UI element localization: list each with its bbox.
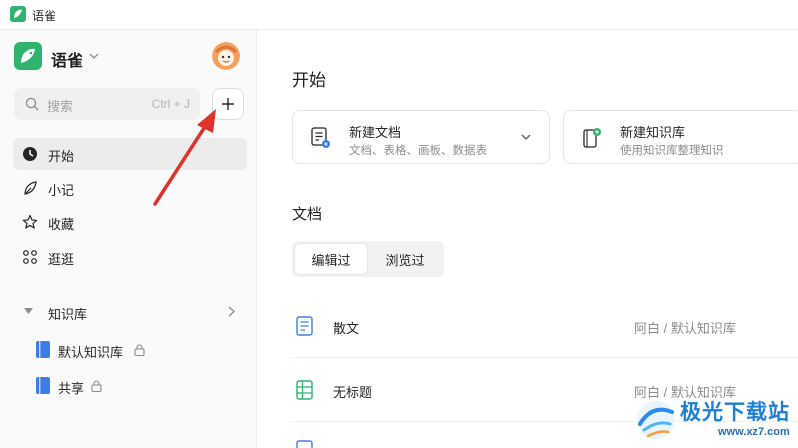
chevron-down-icon[interactable]	[521, 134, 531, 141]
new-doc-icon	[311, 127, 330, 148]
chevron-down-icon[interactable]	[89, 52, 99, 60]
tab-viewed[interactable]: 浏览过	[369, 244, 441, 274]
search-placeholder: 搜索	[47, 99, 74, 114]
page-title: 开始	[292, 71, 326, 90]
nav-item-explore[interactable]: 逛逛	[13, 241, 247, 273]
nav-label: 逛逛	[48, 252, 75, 267]
caret-down-icon[interactable]	[24, 308, 33, 315]
kb-item-default[interactable]: 默认知识库	[34, 335, 244, 365]
card-subtitle: 文档、表格、画板、数据表	[349, 145, 487, 157]
main-content: 开始 新建文档 文档、表格、画板、数据表 新建知识库 使用知识库整理知识 文档 …	[258, 30, 798, 448]
nav-label: 开始	[48, 149, 75, 164]
sidebar: 语雀 搜索 Ctrl + J 开始 小记 收藏 逛逛 知识库 默认知识库 共享	[0, 30, 257, 448]
nav-label: 收藏	[48, 217, 75, 232]
watermark-url: www.xz7.com	[718, 426, 790, 438]
kb-item-name: 默认知识库	[58, 345, 124, 360]
search-icon	[25, 97, 39, 111]
docs-heading: 文档	[292, 206, 323, 223]
app-logo-icon	[14, 42, 42, 70]
new-kb-card[interactable]: 新建知识库 使用知识库整理知识	[563, 110, 798, 164]
window-title: 语雀	[32, 9, 57, 23]
book-icon	[36, 341, 50, 358]
docs-tabs: 编辑过 浏览过	[292, 241, 444, 277]
doc-row[interactable]: 散文 阿白 / 默认知识库	[292, 294, 798, 358]
add-button[interactable]	[212, 88, 244, 120]
yuque-logo-icon	[10, 6, 26, 22]
nav-item-favorites[interactable]: 收藏	[13, 206, 247, 238]
lock-icon	[134, 344, 145, 356]
grid-icon	[23, 250, 37, 264]
feather-icon	[24, 181, 37, 195]
knowledge-base-label: 知识库	[48, 307, 88, 322]
nav-item-start[interactable]: 开始	[13, 138, 247, 170]
nav-item-notes[interactable]: 小记	[13, 172, 247, 204]
sheet-icon	[296, 380, 313, 400]
watermark-logo-icon	[637, 401, 675, 439]
star-icon	[22, 214, 38, 229]
plus-icon	[222, 98, 234, 110]
new-kb-icon	[583, 128, 601, 148]
book-icon	[36, 377, 50, 394]
doc-name: 无标题	[333, 385, 373, 400]
lock-icon	[91, 380, 102, 392]
window-titlebar: 语雀	[0, 0, 798, 30]
kb-item-shared[interactable]: 共享	[34, 371, 244, 401]
app-name[interactable]: 语雀	[51, 47, 83, 71]
card-title: 新建知识库	[620, 125, 686, 140]
doc-icon	[296, 440, 313, 448]
kb-item-name: 共享	[58, 381, 85, 396]
doc-path: 阿白 / 默认知识库	[634, 321, 736, 336]
watermark-text: 极光下载站	[680, 401, 790, 424]
nav-label: 小记	[48, 183, 75, 198]
chevron-right-icon[interactable]	[228, 306, 235, 317]
card-subtitle: 使用知识库整理知识	[620, 145, 724, 157]
search-box[interactable]: 搜索 Ctrl + J	[14, 88, 200, 120]
search-shortcut: Ctrl + J	[151, 97, 190, 111]
avatar[interactable]	[212, 42, 240, 70]
tab-edited[interactable]: 编辑过	[295, 244, 367, 274]
clock-icon	[23, 147, 37, 161]
knowledge-base-header[interactable]: 知识库	[13, 296, 247, 328]
watermark: 极光下载站 www.xz7.com	[630, 392, 798, 448]
doc-name: 散文	[333, 321, 360, 336]
doc-icon	[296, 316, 313, 336]
new-doc-card[interactable]: 新建文档 文档、表格、画板、数据表	[292, 110, 550, 164]
card-title: 新建文档	[349, 125, 402, 140]
